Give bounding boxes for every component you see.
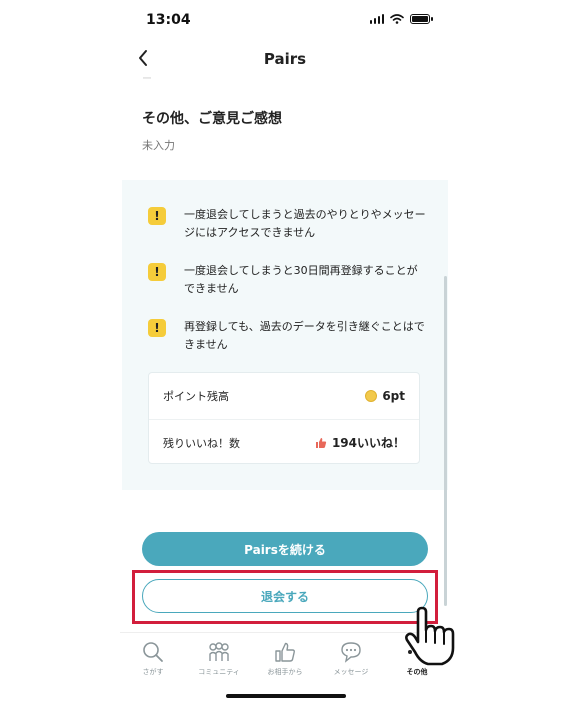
tab-search[interactable]: さがす — [120, 633, 186, 682]
warning-item: ! 一度退会してしまうと30日間再登録することができません — [148, 262, 426, 298]
points-value: 6pt — [382, 389, 405, 403]
message-icon — [341, 642, 361, 663]
warning-text: 一度退会してしまうと30日間再登録することができません — [184, 264, 418, 295]
warning-icon: ! — [148, 207, 166, 225]
page-title: Pairs — [263, 50, 307, 68]
tab-label: お相手から — [267, 668, 303, 676]
status-icons — [369, 14, 433, 24]
tab-bar: さがす コミュニティ お相手から メッセージ その他 — [120, 632, 450, 682]
faint-previous-text: ー — [142, 76, 152, 85]
scrollbar[interactable] — [444, 276, 447, 606]
signal-icon — [369, 14, 384, 24]
tab-label: その他 — [406, 668, 428, 676]
search-icon — [143, 642, 163, 662]
stats-card: ポイント残高 6pt 残りいいね！数 194いいね！ — [148, 372, 420, 464]
scroll-content[interactable]: ー その他、ご意見ご感想 ! 一度退会してしまうと過去のやりとりやメッセージには… — [120, 76, 450, 632]
battery-icon — [410, 14, 433, 24]
wifi-icon — [390, 14, 404, 24]
likes-label: 残りいいね！数 — [163, 436, 240, 450]
nav-header: Pairs — [120, 40, 450, 76]
points-value-group: 6pt — [365, 389, 405, 403]
tab-more[interactable]: その他 — [384, 633, 450, 682]
warning-icon: ! — [148, 263, 166, 281]
likes-value: 194いいね！ — [331, 436, 405, 450]
status-bar: 13:04 — [120, 0, 450, 40]
warning-text: 一度退会してしまうと過去のやりとりやメッセージにはアクセスできません — [184, 208, 426, 239]
feedback-input[interactable] — [142, 134, 422, 156]
coin-icon — [365, 390, 378, 402]
feedback-label: その他、ご意見ご感想 — [142, 111, 282, 127]
points-row: ポイント残高 6pt — [149, 373, 419, 419]
tab-messages[interactable]: メッセージ — [318, 633, 384, 682]
phone-screen: 13:04 Pairs ー その他、ご意見ご感想 ! — [120, 0, 450, 706]
more-icon — [408, 650, 426, 654]
status-time: 13:04 — [146, 12, 191, 28]
tab-likes[interactable]: お相手から — [252, 633, 318, 682]
tab-label: メッセージ — [333, 668, 369, 676]
community-icon — [209, 642, 229, 661]
likes-value-group: 194いいね！ — [315, 434, 405, 451]
warning-text: 再登録しても、過去のデータを引き継ぐことはできません — [184, 320, 425, 351]
continue-button[interactable]: Pairsを続ける — [142, 532, 428, 566]
withdraw-button[interactable]: 退会する — [142, 579, 428, 613]
warning-item: ! 一度退会してしまうと過去のやりとりやメッセージにはアクセスできません — [148, 206, 426, 242]
points-label: ポイント残高 — [163, 390, 229, 403]
tab-label: さがす — [142, 668, 164, 676]
warning-item: ! 再登録しても、過去のデータを引き継ぐことはできません — [148, 318, 426, 354]
thumbs-up-icon — [315, 437, 327, 448]
home-indicator — [226, 694, 346, 698]
thumbs-up-icon — [275, 642, 295, 662]
likes-row: 残りいいね！数 194いいね！ — [149, 419, 419, 465]
tab-label: コミュニティ — [198, 668, 240, 676]
tab-community[interactable]: コミュニティ — [186, 633, 252, 682]
warning-icon: ! — [148, 319, 166, 337]
